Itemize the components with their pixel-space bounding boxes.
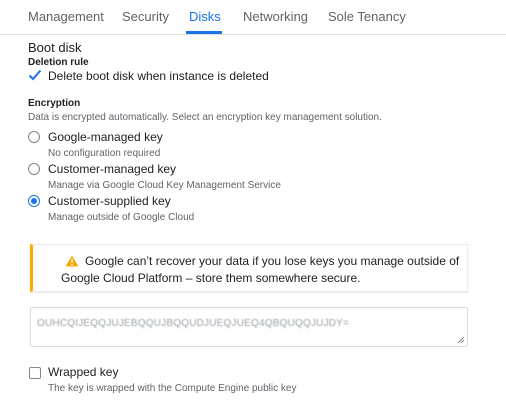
warning-text-line-2: Google Cloud Platform – store them somew… <box>61 271 361 285</box>
customer-supplied-key-radio[interactable] <box>28 195 40 207</box>
customer-managed-key-radio[interactable] <box>28 163 40 175</box>
wrapped-key-checkbox[interactable] <box>29 367 41 379</box>
customer-managed-key-description: Manage via Google Cloud Key Management S… <box>48 180 281 191</box>
customer-supplied-key-description: Manage outside of Google Cloud <box>48 212 195 223</box>
encryption-description: Data is encrypted automatically. Select … <box>28 112 382 123</box>
wrapped-key-label[interactable]: Wrapped key <box>48 365 118 379</box>
tab-management[interactable]: Management <box>28 9 104 24</box>
warning-text-line-1: Google can’t recover your data if you lo… <box>85 254 460 268</box>
boot-disk-title: Boot disk <box>28 40 82 55</box>
customer-managed-key-label[interactable]: Customer-managed key <box>48 162 176 176</box>
resize-grip-icon[interactable] <box>457 336 465 344</box>
warning-banner: Google can’t recover your data if you lo… <box>30 244 468 292</box>
tab-sole-tenancy[interactable]: Sole Tenancy <box>328 9 406 24</box>
key-value-text: OUHCQIJEQQJUJEBQQUJBQQUDJUEQJUEQ4QBQUQQJ… <box>37 318 350 329</box>
google-managed-key-label[interactable]: Google-managed key <box>48 130 163 144</box>
tab-bar: Management Security Disks Networking Sol… <box>0 0 506 35</box>
customer-supplied-key-input[interactable]: OUHCQIJEQQJUJEBQQUJBQQUDJUEQJUEQ4QBQUQQJ… <box>30 307 468 347</box>
deletion-rule-heading: Deletion rule <box>28 57 89 68</box>
warning-icon <box>65 255 79 267</box>
customer-supplied-key-label[interactable]: Customer-supplied key <box>48 194 171 208</box>
check-icon <box>28 69 42 81</box>
delete-boot-disk-checkbox[interactable] <box>28 68 42 82</box>
tab-security[interactable]: Security <box>122 9 169 24</box>
wrapped-key-description: The key is wrapped with the Compute Engi… <box>48 383 297 394</box>
active-tab-indicator <box>186 31 222 34</box>
google-managed-key-radio[interactable] <box>28 131 40 143</box>
tab-disks[interactable]: Disks <box>189 9 221 24</box>
encryption-heading: Encryption <box>28 98 81 109</box>
google-managed-key-description: No configuration required <box>48 148 161 159</box>
delete-boot-disk-label[interactable]: Delete boot disk when instance is delete… <box>48 69 269 83</box>
tab-networking[interactable]: Networking <box>243 9 308 24</box>
